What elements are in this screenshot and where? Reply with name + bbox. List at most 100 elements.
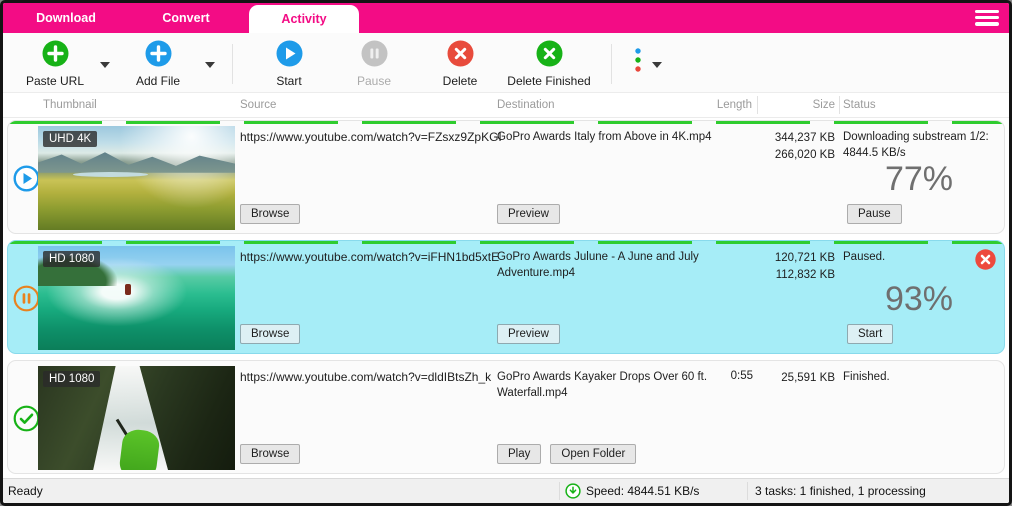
delete-x-icon [447,40,473,67]
status-line: Finished. [843,371,890,383]
more-options-dropdown-icon[interactable] [650,60,664,70]
start-play-icon [276,40,302,67]
task-list: UHD 4K https://www.youtube.com/watch?v=F… [3,118,1009,474]
pause-task-button[interactable]: Pause [847,204,902,224]
col-status[interactable]: Status [843,99,876,111]
size-line: 344,237 KB [774,132,835,144]
tab-activity[interactable]: Activity [249,5,359,33]
delete-finished-label: Delete Finished [507,74,591,88]
plus-circle-blue-icon [145,40,171,67]
status-cell: Finished. [843,370,1003,386]
status-line: Downloading substream 1/2: [843,131,989,143]
app-window: Download Convert Activity Paste URL Add … [0,0,1012,506]
size-cell: 344,237 KB 266,020 KB [750,130,835,163]
pause-circle-icon [13,285,40,312]
col-thumbnail[interactable]: Thumbnail [43,99,97,111]
pause-icon [361,40,387,67]
hamburger-bar [975,10,999,14]
destination-filename: GoPro Awards Italy from Above in 4K.mp4 [497,131,712,143]
col-destination[interactable]: Destination [497,99,555,111]
quality-badge: UHD 4K [43,131,98,147]
size-line: 120,721 KB [774,252,835,264]
col-size[interactable]: Size [755,99,835,111]
preview-button[interactable]: Preview [497,324,560,344]
destination-filename: GoPro Awards Kayaker Drops Over 60 ft. W… [497,371,708,399]
source-url: https://www.youtube.com/watch?v=FZsxz9Zp… [240,130,502,144]
tab-bar: Download Convert Activity [3,3,1009,33]
size-cell: 120,721 KB 112,832 KB [750,250,835,283]
open-folder-button[interactable]: Open Folder [550,444,637,464]
length-cell: 0:55 [730,370,753,382]
download-row-3[interactable]: HD 1080 https://www.youtube.com/watch?v=… [7,360,1005,474]
source-url: https://www.youtube.com/watch?v=dldIBtsZ… [240,370,492,384]
table-header: Thumbnail Source Destination Length Size… [3,93,1009,118]
plus-circle-green-icon [42,40,68,67]
statusbar-divider [747,482,748,500]
remove-task-button[interactable] [975,249,996,270]
statusbar-divider [559,482,560,500]
progress-bar [8,241,1004,244]
play-button[interactable]: Play [497,444,542,464]
size-line: 25,591 KB [781,372,835,384]
add-file-label: Add File [135,74,181,88]
video-thumbnail[interactable]: HD 1080 [38,366,235,470]
status-line: 4844.5 KB/s [843,146,906,159]
preview-button[interactable]: Preview [497,204,560,224]
delete-finished-button[interactable]: Delete Finished [497,40,601,88]
toolbar-separator [232,44,233,84]
download-speed-icon [565,483,581,499]
download-row-1[interactable]: UHD 4K https://www.youtube.com/watch?v=F… [7,120,1005,234]
start-label: Start [276,74,302,88]
delete-button[interactable]: Delete [417,40,503,88]
hamburger-menu-icon[interactable] [975,10,999,29]
start-task-button[interactable]: Start [847,324,894,344]
header-divider [757,96,758,114]
hamburger-bar [975,16,999,20]
source-url: https://www.youtube.com/watch?v=iFHN1bd5… [240,250,500,264]
speed-panel: Speed: 4844.51 KB/s [565,483,699,499]
add-file-dropdown-icon[interactable] [203,60,217,70]
progress-percent: 77% [884,160,953,198]
pause-label: Pause [356,74,392,88]
paste-url-button[interactable]: Paste URL [13,40,97,88]
speed-text: Speed: 4844.51 KB/s [586,484,700,498]
col-source[interactable]: Source [240,99,276,111]
status-ready-text: Ready [8,484,43,498]
delete-label: Delete [442,74,478,88]
tasks-summary-text: 3 tasks: 1 finished, 1 processing [755,484,926,498]
paste-url-dropdown-icon[interactable] [98,60,112,70]
hamburger-bar [975,22,999,26]
more-options-dots-icon[interactable] [631,46,645,76]
browse-button[interactable]: Browse [240,444,301,464]
status-bar: Ready Speed: 4844.51 KB/s 3 tasks: 1 fin… [3,478,1009,503]
close-x-icon [975,249,996,270]
pause-button[interactable]: Pause [334,40,414,88]
tab-download[interactable]: Download [11,3,121,33]
video-thumbnail[interactable]: UHD 4K [38,126,235,230]
tab-convert[interactable]: Convert [121,3,251,33]
toolbar-separator [611,44,612,84]
delete-finished-x-icon [536,40,562,67]
size-line: 112,832 KB [775,268,835,281]
quality-badge: HD 1080 [43,371,101,387]
browse-button[interactable]: Browse [240,324,301,344]
thumbnail-detail [117,428,161,470]
status-cell: Downloading substream 1/2: 4844.5 KB/s [843,130,1003,161]
add-file-button[interactable]: Add File [116,40,200,88]
progress-percent: 93% [884,280,953,318]
progress-bar [8,121,1004,124]
start-button[interactable]: Start [249,40,329,88]
quality-badge: HD 1080 [43,251,101,267]
destination-filename: GoPro Awards Julune - A June and July Ad… [497,251,699,279]
header-divider [839,96,840,114]
video-thumbnail[interactable]: HD 1080 [38,246,235,350]
download-row-2[interactable]: HD 1080 https://www.youtube.com/watch?v=… [7,240,1005,354]
play-circle-icon [13,165,40,192]
size-cell: 25,591 KB [750,370,835,387]
size-line: 266,020 KB [774,148,835,161]
col-length[interactable]: Length [692,99,752,111]
check-circle-icon [13,405,40,432]
toolbar: Paste URL Add File Start Pause Delete De… [3,33,1009,93]
paste-url-label: Paste URL [25,74,85,88]
browse-button[interactable]: Browse [240,204,301,224]
